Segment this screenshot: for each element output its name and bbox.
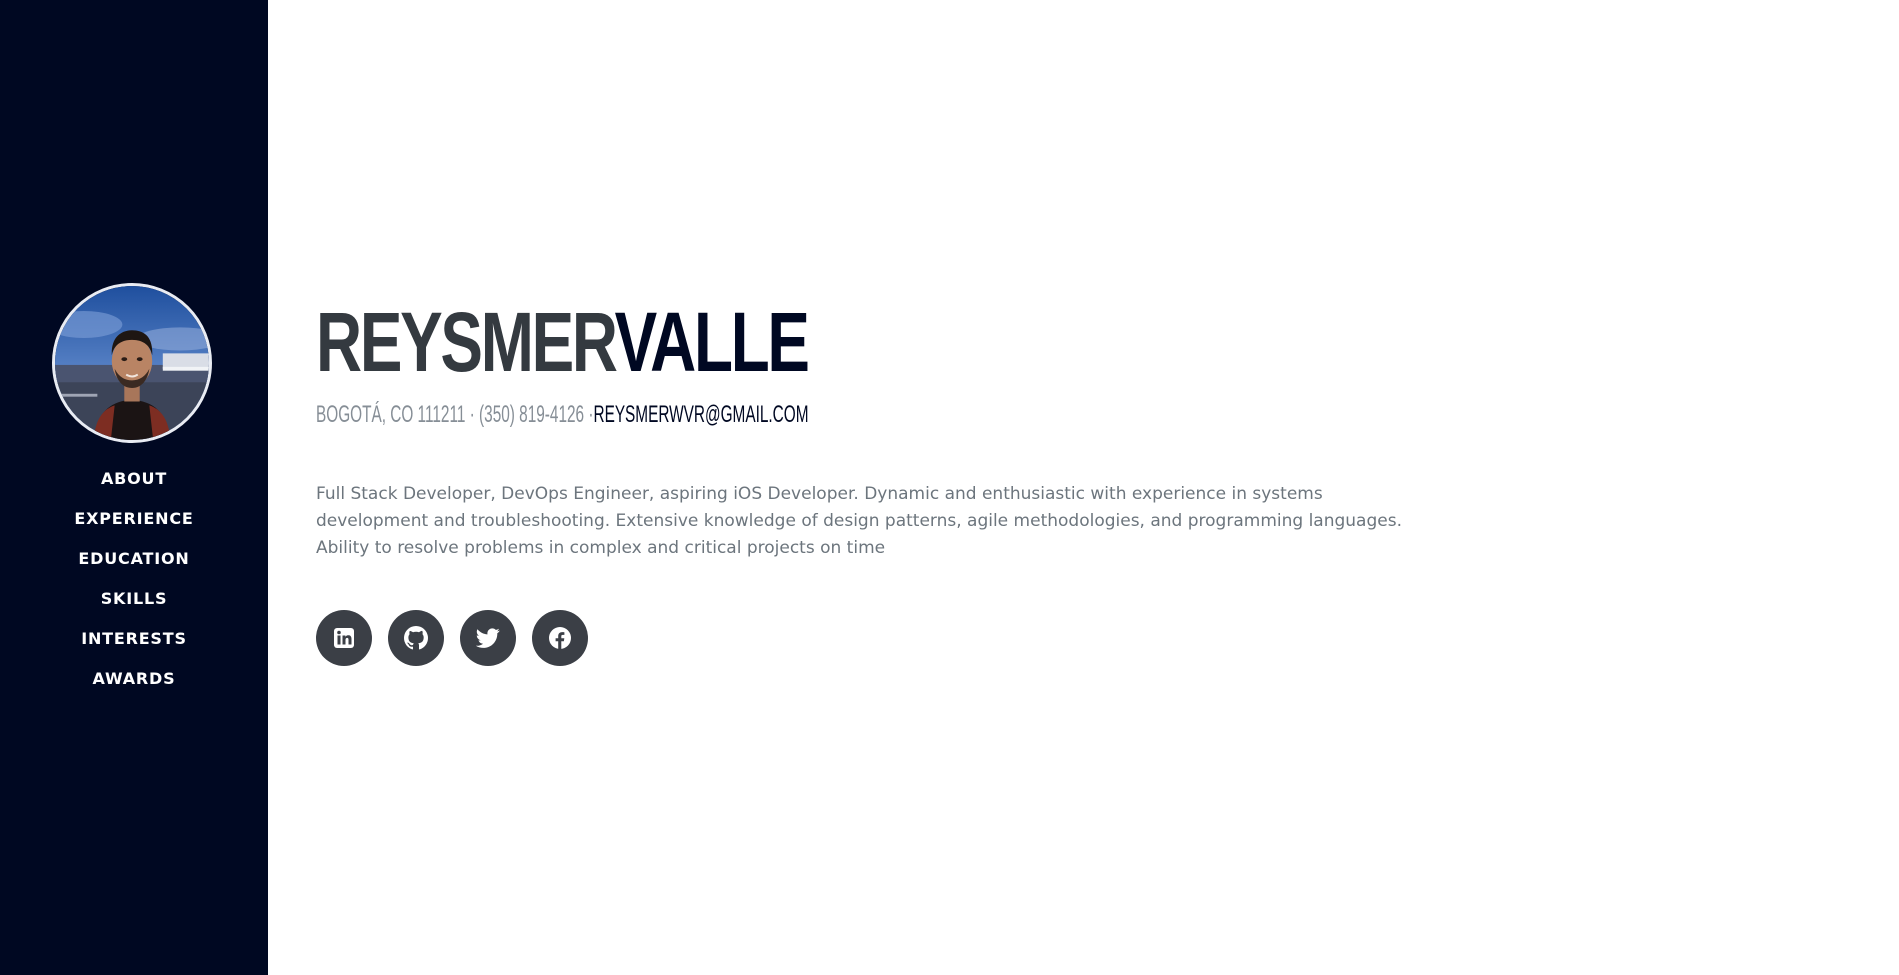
github-button[interactable]	[388, 610, 444, 666]
linkedin-button[interactable]	[316, 610, 372, 666]
nav-item-skills: SKILLS	[0, 578, 268, 618]
first-name: REYSMER	[316, 295, 617, 389]
sidebar: ABOUT EXPERIENCE EDUCATION SKILLS INTERE…	[0, 0, 268, 975]
linkedin-icon	[334, 628, 354, 648]
nav-item-interests: INTERESTS	[0, 618, 268, 658]
email-link[interactable]: REYSMERWVR@GMAIL.COM	[593, 401, 808, 428]
about-section: REYSMERVALLE BOGOTÁ, CO 111211 · (350) 8…	[268, 0, 1899, 975]
nav-link-interests[interactable]: INTERESTS	[81, 629, 187, 648]
avatar[interactable]	[52, 283, 212, 443]
contact-separator-2: ·	[584, 401, 594, 428]
sidebar-nav: ABOUT EXPERIENCE EDUCATION SKILLS INTERE…	[0, 458, 268, 698]
facebook-button[interactable]	[532, 610, 588, 666]
contact-separator: ·	[465, 401, 480, 428]
phone: (350) 819-4126	[479, 401, 585, 428]
facebook-icon	[549, 627, 571, 649]
contact-line: BOGOTÁ, CO 111211 · (350) 819-4126 ·REYS…	[316, 401, 808, 429]
social-icons	[316, 610, 588, 666]
profile-photo	[55, 286, 209, 440]
twitter-button[interactable]	[460, 610, 516, 666]
bio-text: Full Stack Developer, DevOps Engineer, a…	[316, 484, 1402, 558]
twitter-icon	[476, 628, 500, 648]
nav-link-skills[interactable]: SKILLS	[101, 589, 168, 608]
nav-item-experience: EXPERIENCE	[0, 498, 268, 538]
nav-link-about[interactable]: ABOUT	[101, 469, 167, 488]
nav-item-education: EDUCATION	[0, 538, 268, 578]
nav-link-experience[interactable]: EXPERIENCE	[74, 509, 193, 528]
github-icon	[404, 626, 428, 650]
nav-link-education[interactable]: EDUCATION	[78, 549, 189, 568]
nav-link-awards[interactable]: AWARDS	[93, 669, 176, 688]
page-title: REYSMERVALLE	[316, 300, 810, 384]
last-name: VALLE	[614, 295, 810, 389]
nav-item-awards: AWARDS	[0, 658, 268, 698]
nav-item-about: ABOUT	[0, 458, 268, 498]
location: BOGOTÁ, CO 111211	[316, 401, 466, 428]
